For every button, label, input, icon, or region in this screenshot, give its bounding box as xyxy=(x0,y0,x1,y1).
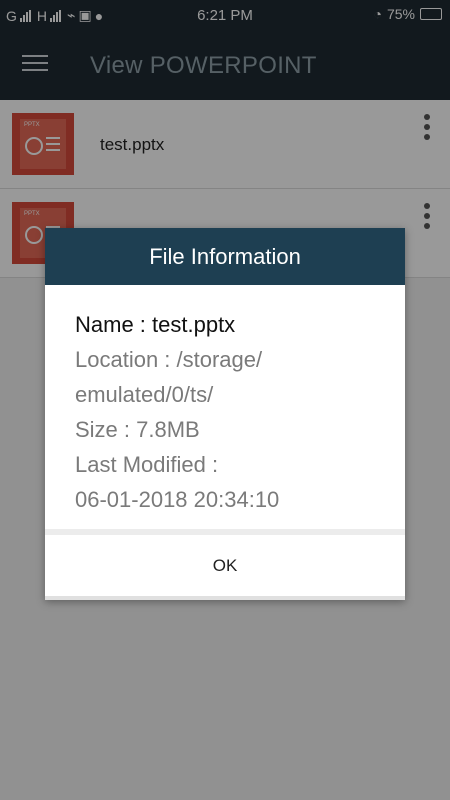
dialog-body: Name : test.pptx Location : /storage/ em… xyxy=(45,285,405,529)
size-line: Size : 7.8MB xyxy=(75,417,200,442)
dialog-title: File Information xyxy=(45,228,405,285)
location-line-1: Location : /storage/ xyxy=(75,347,263,372)
file-info-dialog: File Information Name : test.pptx Locati… xyxy=(45,228,405,600)
ok-button[interactable]: OK xyxy=(45,535,405,597)
location-line-2: emulated/0/ts/ xyxy=(75,382,214,407)
modified-label: Last Modified : xyxy=(75,452,219,477)
dialog-bottom-bar xyxy=(45,596,405,600)
modified-value: 06-01-2018 20:34:10 xyxy=(75,487,280,512)
file-name-line: Name : test.pptx xyxy=(75,312,236,337)
